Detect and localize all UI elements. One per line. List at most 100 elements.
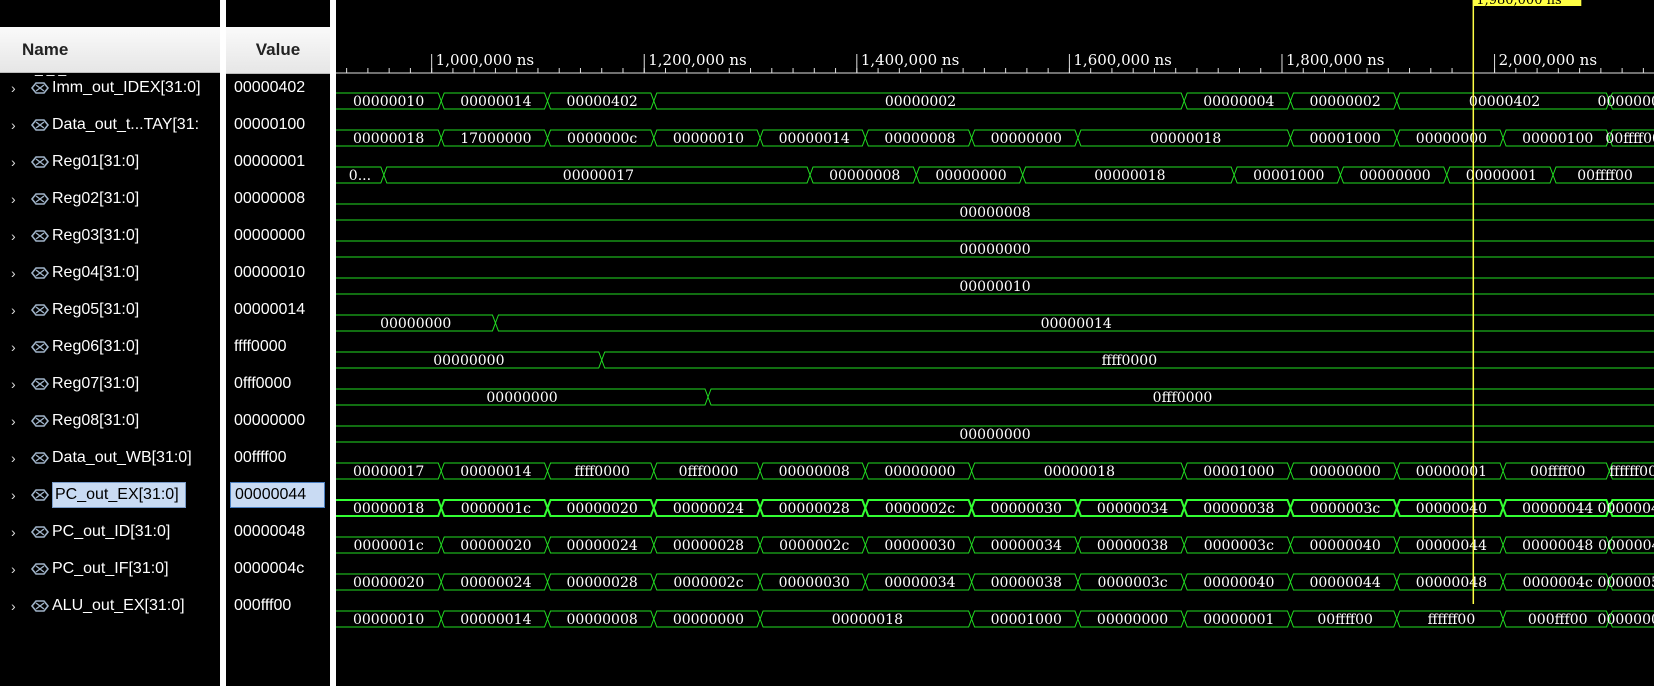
signal-trace[interactable]: 00000000 0fff0000 bbox=[336, 388, 1654, 406]
signal-name[interactable]: Reg03[31:0] bbox=[52, 227, 139, 245]
signal-trace[interactable]: 0000001c 00000020 00000024 00000028 0000002c… bbox=[336, 536, 1654, 554]
segment-value-label: 00000030 bbox=[991, 501, 1062, 517]
expand-chevron-icon[interactable]: › bbox=[11, 265, 25, 281]
expand-chevron-icon[interactable]: › bbox=[11, 117, 25, 133]
signal-value-row[interactable]: 00000000 bbox=[226, 403, 330, 440]
signal-trace[interactable]: 00000010 00000014 00000008 00000000 00000018… bbox=[336, 610, 1654, 628]
signal-row[interactable]: › Reg07[31:0] bbox=[0, 366, 220, 403]
signal-value-row[interactable]: 000fff00 bbox=[226, 588, 330, 625]
expand-chevron-icon[interactable]: › bbox=[11, 524, 25, 540]
signal-value-row[interactable]: 00000010 bbox=[226, 255, 330, 292]
segment-value-label: 00000000 bbox=[433, 353, 504, 369]
signal-row[interactable]: › Reg08[31:0] bbox=[0, 403, 220, 440]
signal-trace[interactable]: 0... 00000017 00000008 00000000 00000018 0000… bbox=[336, 166, 1654, 184]
signal-row[interactable]: › ALU_out_EX[31:0] bbox=[0, 588, 220, 625]
signal-value-row[interactable]: 00000044 bbox=[226, 477, 330, 514]
signal-name[interactable]: Reg06[31:0] bbox=[52, 338, 139, 356]
signal-row[interactable]: › Data_out_WB[31:0] bbox=[0, 440, 220, 477]
signal-row[interactable]: › PC_out_EX[31:0] bbox=[0, 477, 220, 514]
signal-value-row[interactable]: 00000048 bbox=[226, 514, 330, 551]
expand-chevron-icon[interactable]: › bbox=[11, 376, 25, 392]
signal-trace[interactable]: 00000000 bbox=[336, 240, 1654, 258]
expand-chevron-icon[interactable]: › bbox=[11, 154, 25, 170]
expand-chevron-icon[interactable]: › bbox=[11, 450, 25, 466]
signal-name[interactable]: Imm_out_IDEX[31:0] bbox=[52, 79, 201, 97]
signal-row[interactable]: › PC_out_IF[31:0] bbox=[0, 551, 220, 588]
segment-value-label: 00000014 bbox=[1041, 316, 1112, 332]
signal-row[interactable]: › Reg05[31:0] bbox=[0, 292, 220, 329]
signal-trace[interactable]: 00000000 bbox=[336, 425, 1654, 443]
segment-value-label: 00000044 bbox=[1416, 538, 1487, 554]
signal-row[interactable]: › Reg04[31:0] bbox=[0, 255, 220, 292]
expand-chevron-icon[interactable]: › bbox=[11, 561, 25, 577]
signal-trace[interactable]: 00000018 0000001c 00000020 00000024 00000028… bbox=[336, 499, 1654, 517]
segment-value-label: 00000018 bbox=[832, 612, 903, 628]
segment-value-label: 0... bbox=[349, 168, 371, 184]
signal-value-row[interactable]: 00ffff00 bbox=[226, 440, 330, 477]
signal-trace[interactable]: 00000008 bbox=[336, 203, 1654, 221]
bus-signal-icon bbox=[30, 155, 50, 169]
signal-name[interactable]: PC_out_IF[31:0] bbox=[52, 560, 169, 578]
expand-chevron-icon[interactable]: › bbox=[11, 598, 25, 614]
signal-name[interactable]: Reg02[31:0] bbox=[52, 190, 139, 208]
signal-trace[interactable]: 00000010 00000014 00000402 00000002 00000004… bbox=[336, 92, 1654, 110]
expand-chevron-icon[interactable]: › bbox=[11, 80, 25, 96]
signal-trace[interactable]: 00000000 00000014 bbox=[336, 314, 1654, 332]
signal-trace[interactable]: 00000018 17000000 0000000c 00000010 00000014… bbox=[336, 129, 1654, 147]
signal-row[interactable]: › Reg01[31:0] bbox=[0, 144, 220, 181]
segment-value-label: 00000018 bbox=[353, 501, 424, 517]
expand-chevron-icon[interactable]: › bbox=[11, 339, 25, 355]
signal-value: 000fff00 bbox=[234, 597, 292, 614]
expand-chevron-icon[interactable]: › bbox=[11, 487, 25, 503]
signal-value-row[interactable]: 00000001 bbox=[226, 144, 330, 181]
waveform-viewer[interactable]: 1,000,000 ns 1,200,000 ns 1,400,000 ns 1,60… bbox=[336, 0, 1654, 686]
signal-trace[interactable]: 00000020 00000024 00000028 0000002c 00000030… bbox=[336, 573, 1654, 591]
expand-chevron-icon[interactable]: › bbox=[11, 302, 25, 318]
segment-value-label: 00000007 bbox=[1598, 94, 1654, 110]
signal-trace[interactable]: 00000017 00000014 ffff0000 0fff0000 00000008… bbox=[336, 462, 1654, 480]
signal-name[interactable]: Reg08[31:0] bbox=[52, 412, 139, 430]
expand-chevron-icon[interactable]: › bbox=[11, 191, 25, 207]
signal-row[interactable]: › Reg06[31:0] bbox=[0, 329, 220, 366]
signal-trace[interactable]: 00000010 bbox=[336, 277, 1654, 295]
segment-value-label: 00000018 bbox=[353, 131, 424, 147]
signal-value-row[interactable]: 0fff0000 bbox=[226, 366, 330, 403]
signal-name[interactable]: Data_out_t...TAY[31: bbox=[52, 116, 199, 134]
segment-value-label: 00000038 bbox=[991, 575, 1062, 591]
signal-name[interactable]: Reg04[31:0] bbox=[52, 264, 139, 282]
segment-value-label: 00000018 bbox=[1094, 168, 1165, 184]
signal-name[interactable]: Reg05[31:0] bbox=[52, 301, 139, 319]
segment-value-label: 00000040 bbox=[1203, 575, 1274, 591]
signal-trace[interactable]: 00000000 ffff0000 bbox=[336, 351, 1654, 369]
signal-name[interactable]: Data_out_WB[31:0] bbox=[52, 449, 192, 467]
signal-row[interactable]: › PC_out_ID[31:0] bbox=[0, 514, 220, 551]
signal-value-row[interactable]: 00000000 bbox=[226, 218, 330, 255]
expand-chevron-icon[interactable]: › bbox=[11, 413, 25, 429]
segment-value-label: 00000010 bbox=[353, 94, 424, 110]
signal-row[interactable]: › Data_out_t...TAY[31: bbox=[0, 107, 220, 144]
signal-row[interactable]: › Imm_out_IDEX[31:0] bbox=[0, 70, 220, 107]
segment-value-label: 00000000 bbox=[959, 242, 1030, 258]
signal-value-row[interactable]: ffff0000 bbox=[226, 329, 330, 366]
signal-name[interactable]: Reg01[31:0] bbox=[52, 153, 139, 171]
expand-chevron-icon[interactable]: › bbox=[11, 228, 25, 244]
segment-value-label: 00000030 bbox=[884, 538, 955, 554]
segment-value-label: 00ffff00 bbox=[1530, 464, 1586, 480]
signal-value-row[interactable]: 00000014 bbox=[226, 292, 330, 329]
signal-name[interactable]: PC_out_ID[31:0] bbox=[52, 523, 170, 541]
signal-value-row[interactable]: 00000402 bbox=[226, 70, 330, 107]
signal-value-row[interactable]: 00000008 bbox=[226, 181, 330, 218]
signal-name[interactable]: Reg07[31:0] bbox=[52, 375, 139, 393]
segment-value-label: 00000048 bbox=[1416, 575, 1487, 591]
name-column-header[interactable]: Name bbox=[0, 27, 220, 73]
signal-value-row[interactable]: 00000100 bbox=[226, 107, 330, 144]
signal-row[interactable]: › Reg02[31:0] bbox=[0, 181, 220, 218]
signal-name[interactable]: PC_out_EX[31:0] bbox=[52, 482, 186, 508]
value-column: Value 00000402 00000100 00000001 00000008 00… bbox=[226, 0, 330, 686]
value-column-header[interactable]: Value bbox=[226, 27, 330, 74]
signal-row[interactable]: › Reg03[31:0] bbox=[0, 218, 220, 255]
signal-name[interactable]: ALU_out_EX[31:0] bbox=[52, 597, 185, 615]
segment-value-label: 00000038 bbox=[1097, 538, 1168, 554]
signal-value-row[interactable]: 0000004c bbox=[226, 551, 330, 588]
segment-value-label: 00000000 bbox=[1359, 168, 1430, 184]
